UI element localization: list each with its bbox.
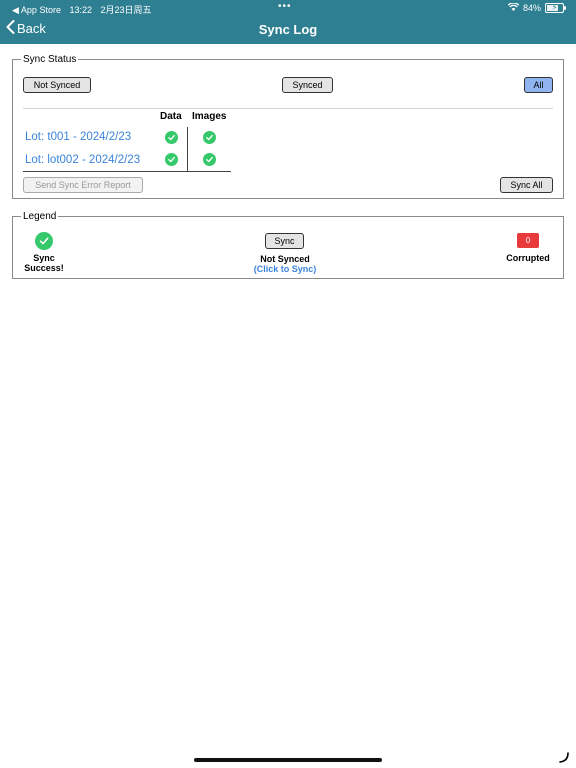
wifi-icon (507, 2, 520, 13)
data-synced-check-icon (165, 153, 178, 166)
page-title: Sync Log (258, 22, 318, 37)
lot-row-link[interactable]: Lot: t001 - 2024/2/23 (25, 131, 131, 143)
column-header-images: Images (192, 111, 227, 122)
data-synced-check-icon (165, 131, 178, 144)
send-sync-error-report-button[interactable]: Send Sync Error Report (23, 177, 143, 193)
click-to-sync-label: (Click to Sync) (253, 264, 317, 274)
lot-row-link[interactable]: Lot: lot002 - 2024/2/23 (25, 154, 140, 166)
legend-sync-button[interactable]: Sync (265, 233, 304, 249)
battery-percent: 84% (522, 3, 541, 13)
status-time: 13:22 (69, 5, 92, 15)
sync-success-check-icon (35, 232, 53, 250)
filter-not-synced-button[interactable]: Not Synced (23, 77, 91, 93)
legend-success-line1: Sync (33, 253, 55, 263)
corrupt-count-badge: 0 (517, 233, 539, 248)
app-header: ◀ App Store 13:22 2月23日周五 ••• 84% ⚡ Back… (0, 0, 576, 44)
legend-success-line2: Success! (24, 263, 64, 273)
legend-title: Legend (23, 211, 57, 222)
column-divider (187, 127, 188, 171)
column-header-data: Data (160, 111, 182, 122)
legend-corrupted: 0 Corrupted (499, 233, 557, 263)
legend-corrupted-label: Corrupted (506, 253, 550, 263)
legend-panel: Legend Sync Success! Sync Not Synced (Cl… (12, 211, 564, 279)
home-indicator[interactable] (194, 758, 382, 762)
filter-synced-button[interactable]: Synced (282, 77, 333, 93)
filter-all-button[interactable]: All (524, 77, 553, 93)
legend-not-synced-label: Not Synced (260, 254, 310, 264)
corner-gesture-icon (558, 752, 570, 767)
images-synced-check-icon (203, 131, 216, 144)
sync-all-button[interactable]: Sync All (500, 177, 553, 193)
multitask-dots[interactable]: ••• (278, 1, 292, 12)
status-bar: ◀ App Store 13:22 2月23日周五 ••• 84% ⚡ (0, 0, 576, 16)
legend-sync-success: Sync Success! (19, 232, 69, 273)
back-to-app-store[interactable]: ◀ App Store (12, 5, 61, 15)
divider (23, 108, 553, 109)
battery-icon: ⚡ (545, 3, 566, 13)
sync-status-legend: Sync Status (23, 54, 77, 65)
status-right: 84% ⚡ (507, 2, 566, 13)
images-synced-check-icon (203, 153, 216, 166)
status-left: ◀ App Store 13:22 2月23日周五 (12, 3, 158, 16)
sync-status-panel: Sync Status Not Synced Synced All Data I… (12, 54, 564, 199)
status-date: 2月23日周五 (100, 5, 152, 15)
table-bottom-border (23, 171, 231, 172)
legend-not-synced: Sync Not Synced (Click to Sync) (235, 233, 335, 274)
